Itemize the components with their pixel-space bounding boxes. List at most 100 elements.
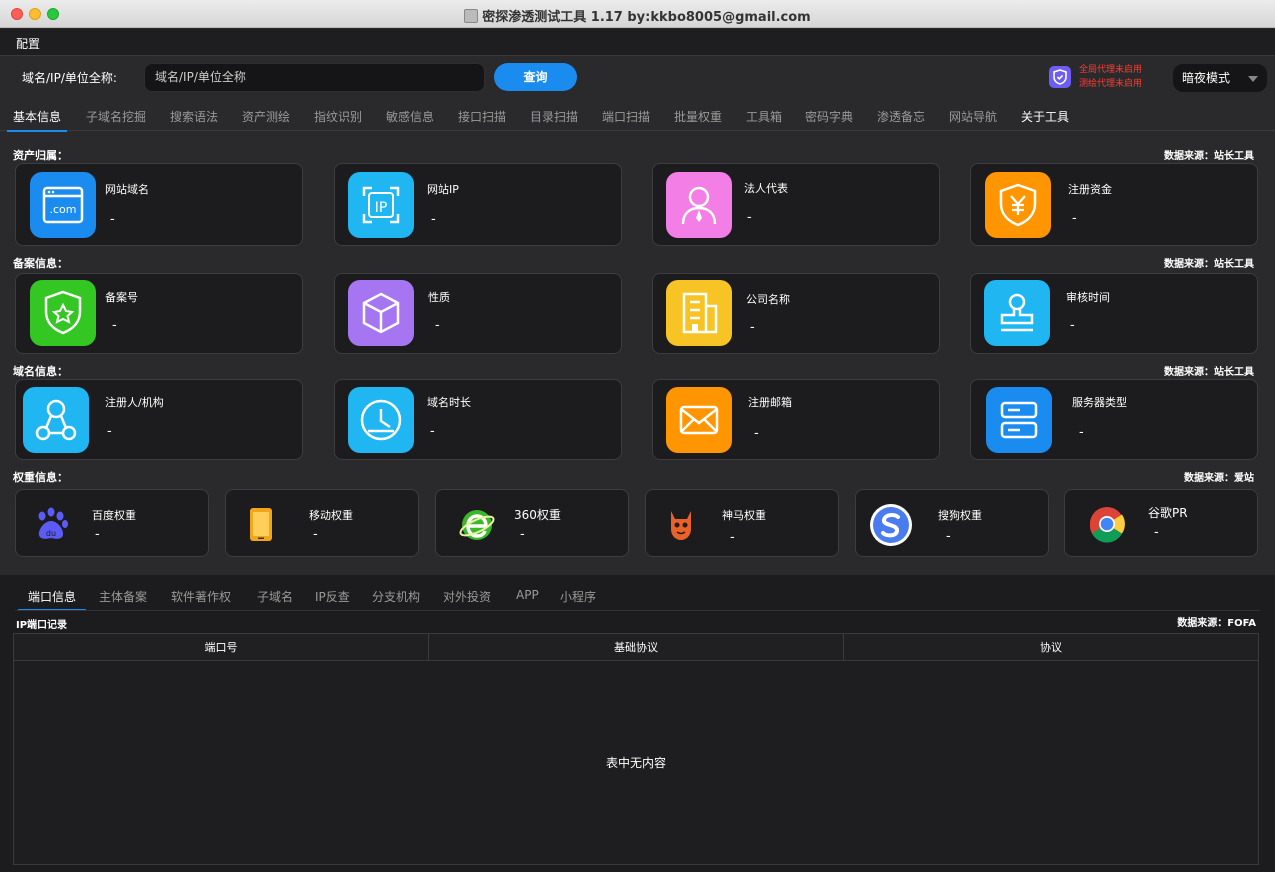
card-value: - [112,318,117,333]
tab-pentest-memo[interactable]: 渗透备忘 [877,108,925,125]
port-table[interactable]: 端口号 基础协议 协议 表中无内容 [13,633,1259,865]
subtab-software-copyright[interactable]: 软件著作权 [171,588,231,605]
column-header-protocol[interactable]: 协议 [844,634,1258,661]
subtab-app[interactable]: APP [516,588,539,602]
tab-port-scan[interactable]: 端口扫描 [602,108,650,125]
card-label: 域名时长 [427,396,471,409]
review-stamp-icon [984,280,1050,346]
query-button[interactable]: 查询 [494,63,577,91]
clock-icon [348,387,414,453]
sogou-icon [869,503,913,547]
subtab-investments[interactable]: 对外投资 [443,588,491,605]
column-header-base-protocol[interactable]: 基础协议 [429,634,844,661]
registrant-icon [23,387,89,453]
tab-toolbox[interactable]: 工具箱 [746,108,782,125]
subtab-mini-program[interactable]: 小程序 [560,588,596,605]
asset-card-domain: .com 网站域名 - [15,163,303,246]
asset-card-legal: 法人代表 - [652,163,940,246]
tab-site-nav[interactable]: 网站导航 [949,108,997,125]
card-label: 注册邮箱 [748,396,792,409]
asset-card-capital: 注册资金 - [970,163,1258,246]
theme-mode-value: 暗夜模式 [1182,71,1231,85]
table-empty-text: 表中无内容 [605,756,666,770]
ip-port-source: 数据来源：FOFA [1177,618,1256,629]
mail-icon [666,387,732,453]
record-section-source: 数据来源：站长工具 [1164,259,1254,270]
server-icon [986,387,1052,453]
weight-section-source: 数据来源：爱站 [1184,473,1254,484]
record-card-nature: 性质 - [334,273,622,354]
domain-card-registrant: 注册人/机构 - [15,379,303,460]
tab-api-scan[interactable]: 接口扫描 [458,108,506,125]
asset-section-source: 数据来源：站长工具 [1164,151,1254,162]
tab-about[interactable]: 关于工具 [1021,108,1069,125]
subtab-subdomain[interactable]: 子域名 [257,588,293,605]
subtab-entity-record[interactable]: 主体备案 [99,588,147,605]
window-title-wrap: 密探渗透测试工具 1.17 by:kkbo8005@gmail.com [0,6,1275,25]
search-label: 域名/IP/单位全称: [22,71,117,85]
tab-batch-weight[interactable]: 批量权重 [674,108,722,125]
tab-basic-info[interactable]: 基本信息 [6,108,68,132]
subtab-ip-reverse[interactable]: IP反查 [315,588,350,605]
shenma-icon [662,505,700,543]
theme-mode-select[interactable]: 暗夜模式 [1173,64,1267,92]
search-input[interactable]: 域名/IP/单位全称 [144,63,485,92]
card-label: 审核时间 [1066,291,1110,304]
record-card-review-time: 审核时间 - [970,273,1258,354]
window-titlebar: 密探渗透测试工具 1.17 by:kkbo8005@gmail.com [0,0,1275,28]
weight-label: 神马权重 [722,509,766,522]
weight-card-mobile: 移动权重 - [225,489,419,557]
360-browser-icon [458,505,496,543]
chevron-down-icon [1248,76,1258,82]
website-ip-icon: IP [348,172,414,238]
search-toolbar: 域名/IP/单位全称: 域名/IP/单位全称 查询 全局代理未启用 测绘代理未启… [0,57,1275,99]
card-label: 公司名称 [746,293,790,306]
main-tabs: 基本信息 子域名挖掘 搜索语法 资产测绘 指纹识别 敏感信息 接口扫描 目录扫描… [0,100,1275,132]
card-label: 服务器类型 [1072,396,1127,409]
tab-subdomain[interactable]: 子域名挖掘 [86,108,146,125]
window-title: 密探渗透测试工具 1.17 by:kkbo8005@gmail.com [482,10,811,25]
tab-search-syntax[interactable]: 搜索语法 [170,108,218,125]
card-value: - [750,320,755,335]
subtab-branches[interactable]: 分支机构 [372,588,420,605]
card-label: 注册资金 [1068,183,1112,196]
card-value: - [110,212,115,227]
record-number-icon [30,280,96,346]
card-label: 法人代表 [744,182,788,195]
tab-password-dict[interactable]: 密码字典 [805,108,853,125]
tab-dir-scan[interactable]: 目录扫描 [530,108,578,125]
weight-value: - [1154,525,1159,540]
card-label: 注册人/机构 [105,396,164,409]
weight-value: - [95,527,100,542]
weight-value: - [946,529,951,544]
nature-cube-icon [348,280,414,346]
tab-fingerprint[interactable]: 指纹识别 [314,108,362,125]
subtabs-divider [15,610,1260,611]
domain-card-email: 注册邮箱 - [652,379,940,460]
registered-capital-icon [985,172,1051,238]
record-section-title: 备案信息： [13,257,68,270]
proxy-status: 全局代理未启用 测绘代理未启用 [1079,63,1142,91]
record-card-company: 公司名称 - [652,273,940,354]
menubar: 配置 [0,29,1275,56]
subtab-port-info[interactable]: 端口信息 [17,588,87,611]
card-value: - [1079,425,1084,440]
tab-asset-mapping[interactable]: 资产测绘 [242,108,290,125]
weight-value: - [730,530,735,545]
menu-config[interactable]: 配置 [16,35,40,52]
legal-person-icon [666,172,732,238]
tab-sensitive-info[interactable]: 敏感信息 [386,108,434,125]
weight-section-title: 权重信息： [13,471,68,484]
weight-label: 谷歌PR [1148,506,1188,520]
ip-port-title: IP端口记录 [16,620,68,631]
app-icon [464,9,479,23]
proxy-shield-icon[interactable] [1049,66,1071,88]
proxy-mapping-status: 测绘代理未启用 [1079,79,1143,89]
website-domain-icon: .com [30,172,96,238]
card-value: - [430,424,435,439]
card-label: 网站域名 [105,183,149,196]
column-header-port[interactable]: 端口号 [14,634,429,661]
lower-panel: 端口信息 主体备案 软件著作权 子域名 IP反查 分支机构 对外投资 APP 小… [0,575,1275,872]
domain-card-age: 域名时长 - [334,379,622,460]
domain-section-title: 域名信息： [13,365,68,378]
